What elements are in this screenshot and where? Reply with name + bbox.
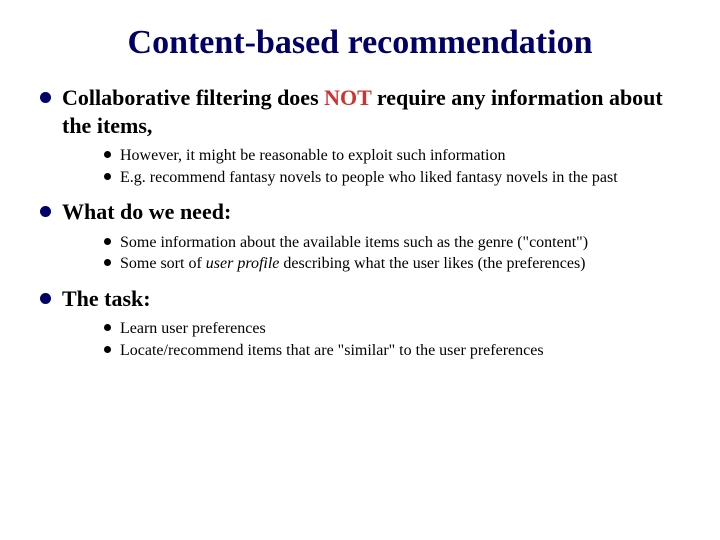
top-item-2-text: What do we need: xyxy=(62,198,694,226)
sub-item: Learn user preferences xyxy=(104,318,694,340)
sub-item: Locate/recommend items that are "similar… xyxy=(104,340,694,362)
slide-title: Content-based recommendation xyxy=(26,24,694,62)
emphasis-not: NOT xyxy=(324,85,371,110)
top-item-3: The task: Learn user preferences Locate/… xyxy=(40,285,694,362)
top-level-list: Collaborative filtering does NOT require… xyxy=(26,84,694,362)
sub-item: However, it might be reasonable to explo… xyxy=(104,145,694,167)
slide: Content-based recommendation Collaborati… xyxy=(0,0,720,540)
top-item-3-text: The task: xyxy=(62,285,694,313)
sub-item: Some sort of user profile describing wha… xyxy=(104,253,694,275)
sub-item: E.g. recommend fantasy novels to people … xyxy=(104,167,694,189)
top-item-1: Collaborative filtering does NOT require… xyxy=(40,84,694,188)
text-segment: Collaborative filtering does xyxy=(62,85,324,110)
text-segment: What do we need: xyxy=(62,199,231,224)
sub-list-1: However, it might be reasonable to explo… xyxy=(62,145,694,188)
sub-item: Some information about the available ite… xyxy=(104,232,694,254)
text-segment: Some sort of xyxy=(120,255,206,272)
sub-list-2: Some information about the available ite… xyxy=(62,232,694,275)
text-segment: The task: xyxy=(62,286,151,311)
italic-user-profile: user profile xyxy=(206,255,280,272)
top-item-1-text: Collaborative filtering does NOT require… xyxy=(62,84,694,139)
text-segment: describing what the user likes (the pref… xyxy=(279,255,585,272)
top-item-2: What do we need: Some information about … xyxy=(40,198,694,275)
sub-list-3: Learn user preferences Locate/recommend … xyxy=(62,318,694,361)
